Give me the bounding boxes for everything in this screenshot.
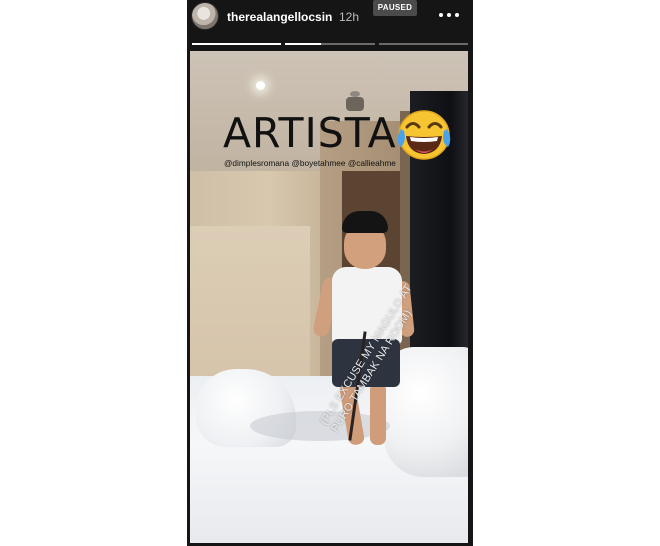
timestamp: 12h — [339, 10, 360, 24]
progress-segment — [192, 43, 282, 45]
username[interactable]: therealangellocsin — [227, 10, 332, 24]
hair — [342, 211, 388, 233]
story-viewer[interactable]: therealangellocsin 12h PAUSED ARTISTA @d… — [187, 0, 473, 546]
mentions-text[interactable]: @dimplesromana @boyetahmee @callieahme — [224, 158, 396, 168]
story-progress-bar — [192, 43, 468, 45]
leg — [370, 383, 386, 445]
progress-fill — [285, 43, 322, 45]
more-options-icon[interactable] — [437, 8, 461, 22]
story-text-overlay: ARTISTA — [223, 109, 397, 157]
progress-segment — [378, 43, 468, 45]
paused-badge: PAUSED — [373, 0, 417, 16]
progress-segment — [285, 43, 375, 45]
ceiling-light — [256, 81, 265, 90]
progress-fill — [192, 43, 282, 45]
laughing-emoji-icon — [397, 110, 451, 160]
story-photo[interactable]: ARTISTA @dimplesromana @boyetahmee @call… — [190, 51, 468, 543]
story-header: therealangellocsin 12h PAUSED — [187, 0, 473, 50]
avatar[interactable] — [191, 2, 219, 30]
